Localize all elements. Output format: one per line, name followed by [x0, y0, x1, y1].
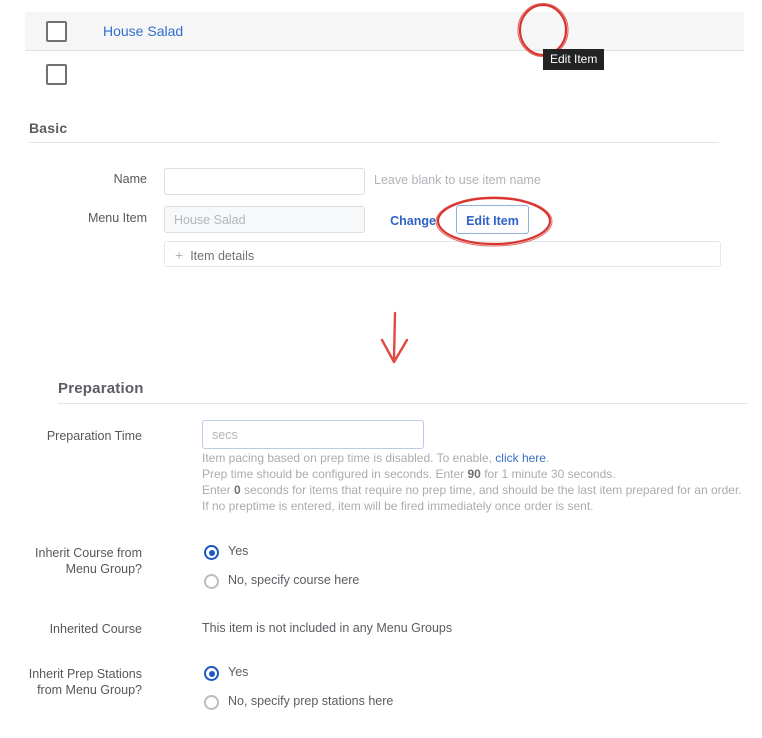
row-item-name[interactable]: House Salad — [103, 23, 183, 39]
section-divider — [29, 142, 719, 143]
menu-item-list: House Salad → ✎ $ Edit Item — [0, 0, 762, 95]
section-divider — [58, 403, 748, 404]
preparation-time-input[interactable] — [202, 420, 424, 449]
annotation-down-arrow — [380, 311, 409, 364]
help-line3-post: seconds for items that require no prep t… — [240, 483, 742, 497]
inherit-course-yes-label: Yes — [228, 544, 249, 558]
edit-item-button[interactable]: Edit Item — [456, 205, 529, 234]
inherit-course-label: Inherit Course from Menu Group? — [22, 545, 142, 577]
row-select-checkbox[interactable] — [46, 21, 67, 42]
help-line1-post: . — [545, 451, 550, 465]
click-here-link[interactable]: click here — [495, 451, 546, 465]
help-line3-pre: Enter — [202, 483, 235, 497]
help-line1-pre: Item pacing based on prep time is disabl… — [202, 451, 496, 465]
radio-selected-icon[interactable] — [204, 545, 219, 560]
table-row[interactable]: House Salad → ✎ $ — [25, 12, 744, 51]
radio-selected-icon[interactable] — [204, 666, 219, 681]
inherit-prep-stations-label-line2: from Menu Group? — [37, 683, 142, 697]
basic-section-title: Basic — [29, 120, 68, 136]
item-details-bar[interactable]: + Item details — [164, 241, 721, 267]
help-line2-post: for 1 minute 30 seconds. — [480, 467, 616, 481]
preparation-time-label: Preparation Time — [46, 429, 142, 443]
help-line3-bold: 0 — [234, 483, 241, 497]
inherit-prep-stations-no-label: No, specify prep stations here — [228, 694, 394, 708]
help-line2-bold: 90 — [467, 467, 481, 481]
inherit-prep-stations-label: Inherit Prep Stations from Menu Group? — [22, 666, 142, 698]
radio-unselected-icon[interactable] — [204, 695, 219, 710]
item-details-label: Item details — [190, 249, 255, 263]
plus-icon: + — [175, 247, 184, 263]
edit-item-tooltip: Edit Item — [543, 49, 605, 70]
inherit-course-label-line1: Inherit Course from — [35, 546, 142, 560]
menu-item-input — [164, 206, 365, 233]
menu-item-label: Menu Item — [87, 211, 147, 225]
inherited-course-label: Inherited Course — [49, 622, 142, 636]
name-input[interactable] — [164, 168, 365, 195]
name-hint: Leave blank to use item name — [374, 173, 541, 187]
name-label: Name — [113, 172, 147, 186]
inherit-course-no-label: No, specify course here — [228, 573, 360, 587]
help-line4: If no preptime is entered, item will be … — [202, 499, 594, 513]
help-line2-pre: Prep time should be configured in second… — [202, 467, 468, 481]
change-item-button[interactable]: Change Item — [372, 206, 454, 256]
inherit-prep-stations-yes-label: Yes — [228, 665, 249, 679]
inherit-course-label-line2: Menu Group? — [65, 562, 142, 576]
inherit-prep-stations-label-line1: Inherit Prep Stations — [28, 667, 142, 681]
radio-unselected-icon[interactable] — [204, 574, 219, 589]
preparation-section-title: Preparation — [58, 380, 144, 397]
inherited-course-value: This item is not included in any Menu Gr… — [202, 621, 453, 635]
row-select-checkbox[interactable] — [46, 64, 67, 85]
table-row[interactable] — [25, 51, 744, 85]
